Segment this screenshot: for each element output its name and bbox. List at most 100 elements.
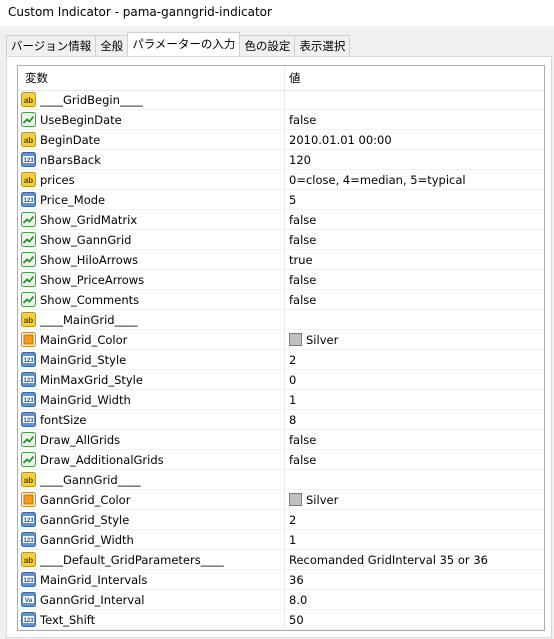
- table-row[interactable]: Show_PriceArrows false: [18, 270, 544, 290]
- integer-123-icon: 123: [21, 192, 36, 207]
- variable-value[interactable]: Recomanded GridInterval 35 or 36: [289, 553, 488, 567]
- color-name: Silver: [306, 493, 339, 507]
- variable-value[interactable]: false: [289, 213, 316, 227]
- variable-value[interactable]: false: [289, 433, 316, 447]
- variable-value[interactable]: false: [289, 273, 316, 287]
- variable-value[interactable]: Silver: [289, 333, 338, 347]
- table-row[interactable]: ab prices 0=close, 4=median, 5=typical: [18, 170, 544, 190]
- svg-text:ab: ab: [24, 476, 33, 485]
- string-ab-icon: ab: [21, 132, 36, 147]
- table-row[interactable]: 123 MainGrid_Intervals 36: [18, 570, 544, 590]
- variable-value[interactable]: 8.0: [289, 593, 307, 607]
- variable-value[interactable]: 0=close, 4=median, 5=typical: [289, 173, 466, 187]
- tab-2[interactable]: 全般: [95, 35, 129, 56]
- svg-text:ab: ab: [24, 96, 33, 105]
- table-row[interactable]: Draw_AdditionalGrids false: [18, 450, 544, 470]
- boolean-toggle-icon: [21, 452, 36, 467]
- variable-name: MinMaxGrid_Style: [40, 373, 143, 387]
- variable-name: Show_Comments: [40, 293, 140, 307]
- integer-123-icon: 123: [21, 532, 36, 547]
- variable-value[interactable]: Silver: [289, 493, 338, 507]
- variable-value[interactable]: 50: [289, 613, 304, 627]
- variable-value[interactable]: 2: [289, 513, 296, 527]
- tab-1[interactable]: バージョン情報: [6, 35, 97, 56]
- tab-4[interactable]: 色の設定: [239, 35, 296, 56]
- svg-text:Va: Va: [25, 597, 33, 604]
- table-row[interactable]: ab ____MainGrid____: [18, 310, 544, 330]
- table-row[interactable]: Draw_AllGrids false: [18, 430, 544, 450]
- svg-text:123: 123: [23, 378, 34, 384]
- svg-text:123: 123: [23, 578, 34, 584]
- variable-value[interactable]: false: [289, 233, 316, 247]
- string-ab-icon: ab: [21, 92, 36, 107]
- integer-123-icon: 123: [21, 392, 36, 407]
- color-name: Silver: [306, 333, 339, 347]
- table-row[interactable]: 123 Price_Mode 5: [18, 190, 544, 210]
- table-header: 変数 値: [18, 66, 544, 91]
- variable-value[interactable]: 0: [289, 373, 296, 387]
- boolean-toggle-icon: [21, 272, 36, 287]
- table-row[interactable]: ab ____GridBegin____: [18, 90, 544, 110]
- string-ab-icon: ab: [21, 312, 36, 327]
- variable-value[interactable]: 2: [289, 353, 296, 367]
- integer-123-icon: 123: [21, 352, 36, 367]
- table-row[interactable]: ab BeginDate 2010.01.01 00:00: [18, 130, 544, 150]
- integer-123-icon: 123: [21, 512, 36, 527]
- variable-value[interactable]: 5: [289, 193, 296, 207]
- boolean-toggle-icon: [21, 112, 36, 127]
- variable-value[interactable]: true: [289, 253, 313, 267]
- table-row[interactable]: 123 Text_Shift 50: [18, 610, 544, 630]
- table-row[interactable]: GannGrid_Color Silver: [18, 490, 544, 510]
- table-row[interactable]: 123 GannGrid_Style 2: [18, 510, 544, 530]
- variable-name: fontSize: [40, 413, 87, 427]
- svg-text:123: 123: [23, 198, 34, 204]
- table-row[interactable]: 123 MainGrid_Width 1: [18, 390, 544, 410]
- variable-name: ____MainGrid____: [40, 313, 138, 327]
- variable-name: MainGrid_Intervals: [40, 573, 148, 587]
- table-row[interactable]: MainGrid_Color Silver: [18, 330, 544, 350]
- variable-name: GannGrid_Color: [40, 493, 131, 507]
- svg-text:123: 123: [23, 418, 34, 424]
- color-swatch: [289, 493, 302, 506]
- variable-value[interactable]: 8: [289, 413, 296, 427]
- integer-123-icon: 123: [21, 152, 36, 167]
- boolean-toggle-icon: [21, 232, 36, 247]
- tab-5[interactable]: 表示選択: [294, 35, 351, 56]
- table-row[interactable]: ab ____Default_GridParameters____ Recomand…: [18, 550, 544, 570]
- variable-value[interactable]: 1: [289, 533, 296, 547]
- table-row[interactable]: Va GannGrid_Interval 8.0: [18, 590, 544, 610]
- variable-value[interactable]: 120: [289, 153, 311, 167]
- tab-3[interactable]: パラメーターの入力: [127, 32, 241, 56]
- table-row[interactable]: Show_GannGrid false: [18, 230, 544, 250]
- variable-value[interactable]: false: [289, 453, 316, 467]
- table-row[interactable]: 123 MainGrid_Style 2: [18, 350, 544, 370]
- variable-value[interactable]: 2010.01.01 00:00: [289, 133, 392, 147]
- svg-text:123: 123: [23, 618, 34, 624]
- table-row[interactable]: Show_HiloArrows true: [18, 250, 544, 270]
- integer-123-icon: 123: [21, 372, 36, 387]
- table-row[interactable]: 123 nBarsBack 120: [18, 150, 544, 170]
- table-row[interactable]: ab ____GannGrid____: [18, 470, 544, 490]
- variable-value[interactable]: false: [289, 113, 316, 127]
- table-row[interactable]: Show_GridMatrix false: [18, 210, 544, 230]
- double-value-icon: Va: [21, 592, 36, 607]
- svg-text:123: 123: [23, 518, 34, 524]
- column-header-value[interactable]: 値: [289, 70, 301, 86]
- variable-name: Text_Shift: [40, 613, 96, 627]
- table-row[interactable]: Show_Comments false: [18, 290, 544, 310]
- column-header-variable[interactable]: 変数: [25, 70, 48, 86]
- variable-value[interactable]: false: [289, 293, 316, 307]
- boolean-toggle-icon: [21, 432, 36, 447]
- parameters-table: 変数 値 ab ____GridBegin____ UseBeginDate fals…: [17, 65, 545, 631]
- variable-name: nBarsBack: [40, 153, 101, 167]
- variable-value[interactable]: 36: [289, 573, 304, 587]
- variable-value[interactable]: 1: [289, 393, 296, 407]
- variable-name: Draw_AdditionalGrids: [40, 453, 164, 467]
- variable-name: GannGrid_Interval: [40, 593, 145, 607]
- variable-name: prices: [40, 173, 75, 187]
- variable-name: UseBeginDate: [40, 113, 122, 127]
- table-row[interactable]: 123 GannGrid_Width 1: [18, 530, 544, 550]
- table-row[interactable]: 123 fontSize 8: [18, 410, 544, 430]
- table-row[interactable]: 123 MinMaxGrid_Style 0: [18, 370, 544, 390]
- table-row[interactable]: UseBeginDate false: [18, 110, 544, 130]
